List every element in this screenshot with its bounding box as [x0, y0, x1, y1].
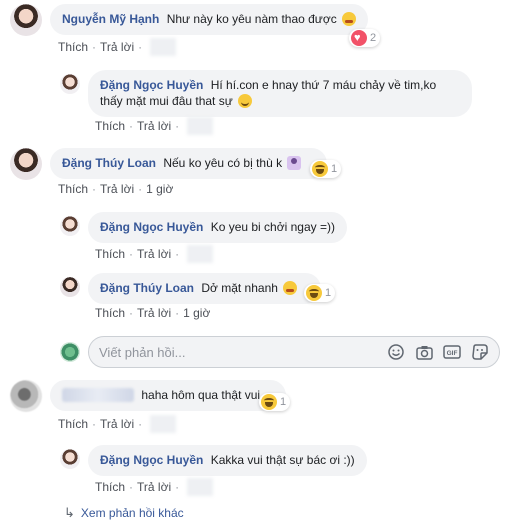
- like-button[interactable]: Thích: [58, 182, 88, 196]
- comment-text: haha hôm qua thật vui: [141, 388, 261, 402]
- reply-arrow-icon: ↳: [64, 505, 75, 520]
- comment-author[interactable]: Đặng Thúy Loan: [62, 156, 156, 170]
- comment-text: thấy mặt mui đâu that sự: [100, 94, 233, 108]
- avatar[interactable]: [60, 449, 80, 469]
- comment-bubble: Đặng Thúy Loan Dở mặt nhanh: [88, 273, 322, 304]
- smile-emoji-icon: [238, 94, 253, 108]
- person-emoji-icon: [287, 156, 302, 170]
- tired-emoji-icon: [342, 12, 357, 26]
- comment-bubble: Nguyễn Mỹ Hạnh Như này ko yêu nàm thao đ…: [50, 4, 369, 35]
- comment-bubble: haha hôm qua thật vui: [50, 380, 287, 411]
- haha-reaction-icon: [312, 161, 328, 177]
- comment-author[interactable]: Đặng Thúy Loan: [100, 281, 194, 295]
- comment-actions: Thích · Trả lời ·: [95, 117, 214, 135]
- blurred-timestamp: [187, 245, 214, 263]
- avatar[interactable]: [60, 74, 80, 94]
- comment-actions: Thích · Trả lời ·: [58, 38, 177, 56]
- blurred-timestamp: [150, 415, 177, 433]
- comment-author[interactable]: Nguyễn Mỹ Hạnh: [62, 12, 159, 26]
- avatar[interactable]: [10, 4, 42, 36]
- comment-bubble: Đặng Ngọc Huyền Kakka vui thật sự bác ơi…: [88, 445, 367, 476]
- comment: Đặng Ngọc Huyền Kakka vui thật sự bác ơi…: [60, 445, 367, 476]
- tired-emoji-icon: [283, 281, 298, 295]
- comment-author[interactable]: Đặng Ngọc Huyền: [100, 453, 203, 467]
- like-button[interactable]: Thích: [58, 417, 88, 431]
- comment-text: Nếu ko yêu có bị thù k: [163, 156, 283, 170]
- blurred-timestamp: [187, 478, 214, 496]
- comment-actions: Thích · Trả lời ·: [95, 245, 214, 263]
- comment-actions: Thích · Trả lời ·: [95, 478, 214, 496]
- blurred-timestamp: [187, 117, 214, 135]
- reply-input[interactable]: [99, 344, 377, 360]
- comment-bubble: Đặng Ngọc Huyền Hí hí.con e hnay thứ 7 m…: [88, 70, 472, 117]
- reply-button[interactable]: Trả lời: [100, 40, 134, 54]
- reply-button[interactable]: Trả lời: [137, 247, 171, 261]
- comment-timestamp[interactable]: 1 giờ: [146, 182, 173, 196]
- more-replies-link[interactable]: ↳ Xem phản hồi khác: [64, 505, 184, 521]
- comment: haha hôm qua thật vui: [10, 380, 287, 412]
- comment: Nguyễn Mỹ Hạnh Như này ko yêu nàm thao đ…: [10, 4, 369, 36]
- comment: Đặng Ngọc Huyền Ko yeu bi chởi ngay =)): [60, 212, 347, 243]
- avatar[interactable]: [60, 277, 80, 297]
- comment-actions: Thích · Trả lời · 1 giờ: [95, 306, 211, 320]
- comment-text: Kakka vui thật sự bác ơi :)): [210, 453, 355, 467]
- reply-button[interactable]: Trả lời: [137, 306, 171, 320]
- like-button[interactable]: Thích: [95, 247, 125, 261]
- comment: Đặng Thúy Loan Dở mặt nhanh: [60, 273, 322, 304]
- comment-bubble: Đặng Ngọc Huyền Ko yeu bi chởi ngay =)): [88, 212, 347, 243]
- reaction-count[interactable]: 1: [304, 284, 336, 302]
- blurred-author-name[interactable]: [62, 388, 134, 402]
- avatar[interactable]: [10, 148, 42, 180]
- comment-actions: Thích · Trả lời ·: [58, 415, 177, 433]
- svg-text:GIF: GIF: [447, 350, 458, 357]
- avatar[interactable]: [10, 380, 42, 412]
- reply-composer: GIF: [60, 336, 500, 368]
- haha-reaction-icon: [306, 285, 322, 301]
- reply-button[interactable]: Trả lời: [100, 182, 134, 196]
- sticker-icon[interactable]: [471, 343, 489, 361]
- comment-author[interactable]: Đặng Ngọc Huyền: [100, 78, 203, 92]
- camera-icon[interactable]: [415, 343, 433, 361]
- haha-reaction-icon: [261, 394, 277, 410]
- comment-bubble: Đặng Thúy Loan Nếu ko yêu có bị thù k: [50, 148, 328, 179]
- comment-timestamp[interactable]: 1 giờ: [183, 306, 210, 320]
- reaction-count[interactable]: 1: [310, 160, 342, 178]
- reply-button[interactable]: Trả lời: [100, 417, 134, 431]
- comment-text: Như này ko yêu nàm thao được: [166, 12, 337, 26]
- emoji-icon[interactable]: [387, 343, 405, 361]
- comment-text: Ko yeu bi chởi ngay =)): [210, 220, 335, 234]
- like-button[interactable]: Thích: [95, 119, 125, 133]
- love-reaction-icon: [351, 30, 367, 46]
- like-button[interactable]: Thích: [95, 306, 125, 320]
- reply-button[interactable]: Trả lời: [137, 119, 171, 133]
- reply-button[interactable]: Trả lời: [137, 480, 171, 494]
- comment-text: Hí hí.con e hnay thứ 7 máu chảy về tim,k…: [210, 78, 437, 92]
- reaction-count[interactable]: 1: [259, 393, 291, 411]
- like-button[interactable]: Thích: [58, 40, 88, 54]
- avatar[interactable]: [60, 216, 80, 236]
- comment-actions: Thích · Trả lời · 1 giờ: [58, 182, 174, 196]
- reply-input-box[interactable]: GIF: [88, 336, 500, 368]
- blurred-timestamp: [150, 38, 177, 56]
- comment-text: Dở mặt nhanh: [201, 281, 278, 295]
- comment-author[interactable]: Đặng Ngọc Huyền: [100, 220, 203, 234]
- comment: Đặng Thúy Loan Nếu ko yêu có bị thù k: [10, 148, 328, 180]
- avatar: [60, 342, 80, 362]
- more-replies-label[interactable]: Xem phản hồi khác: [81, 506, 184, 520]
- reaction-count[interactable]: 2: [349, 29, 381, 47]
- gif-icon[interactable]: GIF: [443, 343, 461, 361]
- like-button[interactable]: Thích: [95, 480, 125, 494]
- comment: Đặng Ngọc Huyền Hí hí.con e hnay thứ 7 m…: [60, 70, 472, 117]
